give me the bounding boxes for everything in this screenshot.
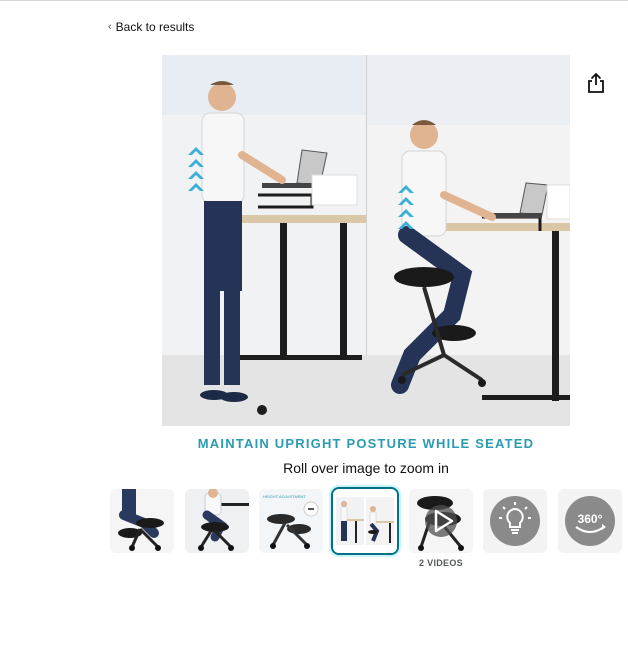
thumbnail-3[interactable]: HEIGHT ADJUSTMENT: [259, 489, 323, 553]
main-product-image[interactable]: [162, 55, 570, 426]
image-caption: MAINTAIN UPRIGHT POSTURE WHILE SEATED: [197, 436, 535, 451]
share-icon: [588, 73, 604, 93]
360-view-icon: 360°: [558, 489, 622, 553]
kneeling-chair-side-view: [110, 489, 174, 553]
chevron-left-icon: ‹: [108, 21, 112, 33]
adjust-label: HEIGHT ADJUSTMENT: [263, 494, 306, 499]
standing-vs-seated-desk: [333, 489, 397, 553]
share-button[interactable]: [583, 70, 609, 96]
back-to-results-link[interactable]: ‹ Back to results: [108, 20, 194, 34]
spin-label: 360°: [578, 512, 603, 526]
videos-count-label: 2 VIDEOS: [419, 558, 463, 568]
back-to-results-label: Back to results: [115, 20, 195, 34]
thumbnail-1[interactable]: [110, 489, 174, 553]
thumbnail-video[interactable]: [409, 489, 473, 553]
standing-and-kneeling-chair-photo: [162, 55, 570, 426]
man-on-kneeling-chair: [185, 489, 249, 553]
top-divider: [0, 0, 628, 1]
thumbnail-2[interactable]: [185, 489, 249, 553]
thumbnail-lightbulb[interactable]: [483, 489, 547, 553]
height-adjustment-chair: HEIGHT ADJUSTMENT: [259, 489, 323, 553]
lightbulb-icon: [483, 489, 547, 553]
zoom-hint: Roll over image to zoom in: [283, 460, 449, 476]
thumbnail-360[interactable]: 360°: [558, 489, 622, 553]
video-play-icon: [409, 489, 473, 553]
thumbnail-4[interactable]: [333, 489, 397, 553]
